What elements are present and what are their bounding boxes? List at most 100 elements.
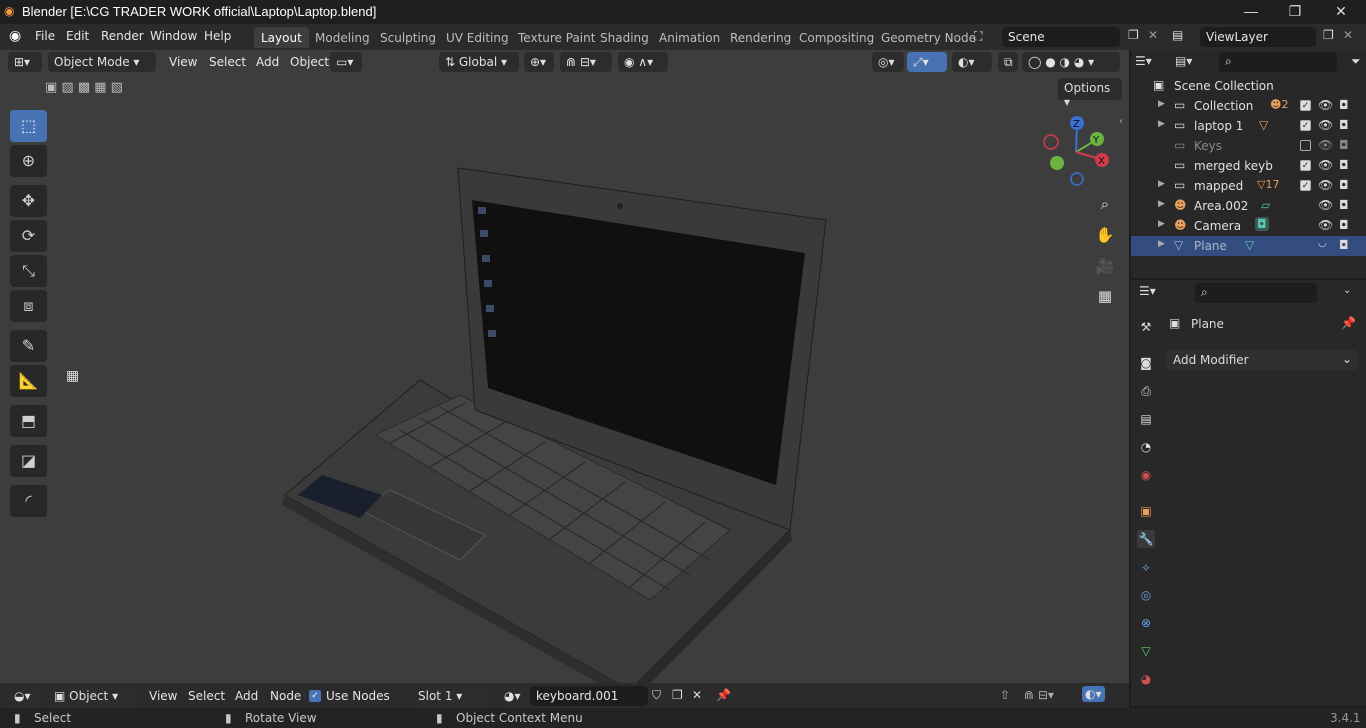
collection-checkbox[interactable] xyxy=(1300,140,1311,151)
navigation-gizmo[interactable]: Z Y X xyxy=(1040,112,1115,187)
eye-icon[interactable]: 👁 xyxy=(1318,138,1333,152)
use-nodes-checkbox[interactable]: ✓ xyxy=(309,690,321,702)
outliner-search-input[interactable]: ⌕ xyxy=(1219,52,1337,72)
view-layer-field[interactable]: ViewLayer xyxy=(1200,27,1316,47)
camera-view-icon[interactable]: 🎥 xyxy=(1093,254,1117,278)
filter-icon[interactable]: ⏷ xyxy=(1351,54,1361,69)
material-name-field[interactable]: keyboard.001 xyxy=(530,686,648,706)
overlay-toggle-icon[interactable]: ◐▾ xyxy=(1082,686,1105,702)
orientation-dropdown[interactable]: ⇅ Global ▾ xyxy=(439,52,519,72)
maximize-button[interactable]: ❐ xyxy=(1272,0,1318,24)
render-camera-icon[interactable]: ◘ xyxy=(1339,238,1349,252)
shading-mode-icons[interactable]: ◯ ● ◑ ◕ ▾ xyxy=(1022,52,1120,72)
pan-hand-icon[interactable]: ✋ xyxy=(1093,223,1117,247)
measure-tool[interactable]: 📐 xyxy=(10,365,47,397)
add-modifier-dropdown[interactable]: Add Modifier ⌄ xyxy=(1166,350,1358,370)
snap-icon[interactable]: ⋒ ⊟▾ xyxy=(560,52,612,72)
outliner-item-keys[interactable]: ▭ Keys 👁 ◘ xyxy=(1131,136,1366,156)
constraints-tab-icon[interactable]: ⊗ xyxy=(1137,614,1155,632)
data-tab-icon[interactable]: ▽ xyxy=(1137,642,1155,660)
render-camera-icon[interactable]: ◘ xyxy=(1339,178,1349,192)
render-tab-icon[interactable]: ◙ xyxy=(1137,354,1155,372)
shader-menu-node[interactable]: Node xyxy=(270,689,301,703)
render-camera-icon[interactable]: ◘ xyxy=(1339,198,1349,212)
physics-tab-icon[interactable]: ◎ xyxy=(1137,586,1155,604)
xray-icon[interactable]: ⧉ xyxy=(998,52,1018,72)
material-browse-icon[interactable]: ◕▾ xyxy=(498,686,528,706)
modifier-tab-icon[interactable]: 🔧 xyxy=(1137,530,1155,548)
properties-editor-icon[interactable]: ☰▾ xyxy=(1139,284,1169,298)
display-mode-icon[interactable]: ▤▾ xyxy=(1175,54,1205,68)
shader-editor-type-icon[interactable]: ◒▾ xyxy=(8,686,42,706)
expand-icon[interactable]: ▶ xyxy=(1158,239,1165,249)
blender-menu-icon[interactable]: ◉ xyxy=(9,28,21,44)
rotate-tool[interactable]: ⟳ xyxy=(10,220,47,252)
remove-view-layer-icon[interactable]: ✕ xyxy=(1343,28,1353,42)
eye-icon[interactable]: 👁 xyxy=(1318,198,1333,212)
scale-tool[interactable]: ⤡ xyxy=(10,255,47,287)
outliner-item-collection[interactable]: ▶ ▭ Collection ☻2 ✓ 👁 ◘ xyxy=(1131,96,1366,116)
scene-icon[interactable]: ⛶ xyxy=(974,29,982,44)
tool-extra-2[interactable]: ◜ xyxy=(10,485,47,517)
scene-field[interactable]: Scene xyxy=(1002,27,1120,47)
view-layer-tab-icon[interactable]: ▤ xyxy=(1137,410,1155,428)
gizmo-toggle-icon[interactable]: ⤢▾ xyxy=(907,52,947,72)
new-view-layer-icon[interactable]: ❐ xyxy=(1323,28,1334,42)
tab-uv-editing[interactable]: UV Editing xyxy=(439,27,516,48)
mode-dropdown[interactable]: Object Mode ▾ xyxy=(48,52,156,72)
eye-closed-icon[interactable]: ◡ xyxy=(1318,238,1327,249)
scene-tab-icon[interactable]: ◔ xyxy=(1137,438,1155,456)
particles-tab-icon[interactable]: ⟡ xyxy=(1137,558,1155,576)
sidebar-toggle-icon[interactable]: ‹ xyxy=(1119,116,1123,127)
collection-checkbox[interactable]: ✓ xyxy=(1300,100,1311,111)
tab-rendering[interactable]: Rendering xyxy=(723,27,798,48)
shader-menu-add[interactable]: Add xyxy=(235,689,258,703)
expand-icon[interactable]: ▶ xyxy=(1158,199,1165,209)
tab-texture-paint[interactable]: Texture Paint xyxy=(511,27,602,48)
menu-file[interactable]: File xyxy=(35,29,55,43)
3d-viewport[interactable]: ⊞▾ Object Mode ▾ View Select Add Object … xyxy=(0,50,1129,702)
world-tab-icon[interactable]: ◉ xyxy=(1137,466,1155,484)
material-tab-icon[interactable]: ◕ xyxy=(1137,670,1155,688)
shader-menu-view[interactable]: View xyxy=(149,689,177,703)
add-cube-tool[interactable]: ⬒ xyxy=(10,405,47,437)
select-mode-icons[interactable]: ▣ ▨ ▩ ▦ ▧ xyxy=(45,80,141,98)
viewport-menu-object[interactable]: Object xyxy=(290,55,329,69)
scene-collection-row[interactable]: ▣ Scene Collection xyxy=(1131,76,1366,96)
expand-icon[interactable]: ▶ xyxy=(1158,219,1165,229)
gizmo-shortcut-icon[interactable]: ▭▾ xyxy=(330,52,362,72)
menu-help[interactable]: Help xyxy=(204,29,231,43)
tab-layout[interactable]: Layout xyxy=(254,27,309,48)
unlink-material-icon[interactable]: ✕ xyxy=(692,688,702,702)
render-camera-icon[interactable]: ◘ xyxy=(1339,138,1349,152)
expand-icon[interactable]: ▶ xyxy=(1158,99,1165,109)
expand-icon[interactable]: ▶ xyxy=(1158,179,1165,189)
close-button[interactable]: ✕ xyxy=(1318,0,1364,24)
tab-compositing[interactable]: Compositing xyxy=(792,27,881,48)
laptop-model[interactable] xyxy=(270,110,840,710)
render-camera-icon[interactable]: ◘ xyxy=(1339,118,1349,132)
tab-sculpting[interactable]: Sculpting xyxy=(373,27,443,48)
eye-icon[interactable]: 👁 xyxy=(1318,98,1333,112)
menu-render[interactable]: Render xyxy=(101,29,144,43)
snap-node-icon[interactable]: ⋒ ⊟▾ xyxy=(1024,688,1054,702)
viewport-menu-view[interactable]: View xyxy=(169,55,197,69)
slot-dropdown[interactable]: Slot 1 ▾ xyxy=(412,686,492,706)
menu-edit[interactable]: Edit xyxy=(66,29,89,43)
minimize-button[interactable]: — xyxy=(1228,0,1274,24)
expand-icon[interactable]: ▶ xyxy=(1158,119,1165,129)
tab-modeling[interactable]: Modeling xyxy=(308,27,377,48)
ortho-grid-icon[interactable]: ▦ xyxy=(1093,284,1117,308)
outliner-item-mapped[interactable]: ▶ ▭ mapped ▽17 ✓ 👁 ◘ xyxy=(1131,176,1366,196)
render-camera-icon[interactable]: ◘ xyxy=(1339,218,1349,232)
eye-icon[interactable]: 👁 xyxy=(1318,178,1333,192)
options-dropdown[interactable]: Options ▾ xyxy=(1058,78,1122,109)
render-camera-icon[interactable]: ◘ xyxy=(1339,158,1349,172)
outliner-editor-icon[interactable]: ☰▾ xyxy=(1135,54,1165,68)
shader-type-dropdown[interactable]: ▣ Object ▾ xyxy=(48,686,136,706)
eye-icon[interactable]: 👁 xyxy=(1318,158,1333,172)
annotate-tool[interactable]: ✎ xyxy=(10,330,47,362)
move-tool[interactable]: ✥ xyxy=(10,185,47,217)
fake-user-icon[interactable]: ⛉ xyxy=(652,688,661,703)
eye-icon[interactable]: 👁 xyxy=(1318,118,1333,132)
